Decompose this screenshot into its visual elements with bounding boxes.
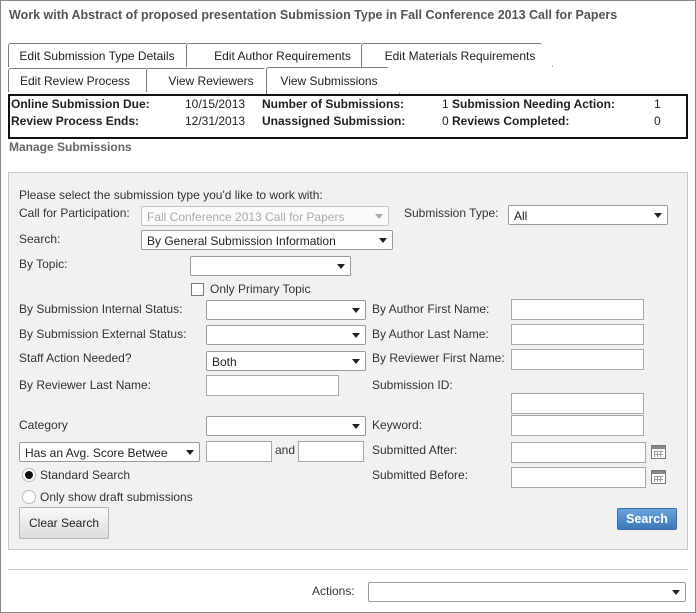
calendar-icon[interactable] [651,445,666,459]
tab-edit-author-requirements[interactable]: Edit Author Requirements [186,43,373,67]
tab-label: Edit Materials Requirements [384,48,536,63]
author-last-label: By Author Last Name: [372,327,489,341]
reviewer-first-input[interactable] [511,349,644,370]
tab-label: View Submissions [280,74,378,88]
submitted-before-label: Submitted Before: [372,468,469,482]
search-label: Search: [19,232,61,246]
call-label: Call for Participation: [19,206,130,220]
external-status-label: By Submission External Status: [19,327,187,341]
tab-edit-materials-requirements[interactable]: Edit Materials Requirements [361,43,553,67]
page-title: Work with Abstract of proposed presentat… [9,8,618,22]
score-min-input[interactable] [206,441,272,462]
chevron-down-icon [672,590,680,595]
needing-action-label: Submission Needing Action: [452,97,615,111]
chevron-down-icon [352,308,360,313]
topic-select[interactable] [190,256,351,276]
submitted-after-input[interactable] [511,442,646,463]
primary-topic-label: Only Primary Topic [210,282,311,296]
chevron-down-icon [352,359,360,364]
reviewer-last-input[interactable] [206,375,339,396]
tab-view-reviewers[interactable]: View Reviewers [146,68,276,92]
submission-summary: Online Submission Due: 10/15/2013 Review… [8,94,688,139]
submission-id-input[interactable] [511,393,644,414]
submission-id-label: Submission ID: [372,378,453,392]
submission-type-value: All [514,209,528,223]
keyword-input[interactable] [511,415,644,436]
num-submissions-label: Number of Submissions: [262,97,405,111]
keyword-label: Keyword: [372,418,423,432]
tab-label: Edit Submission Type Details [19,48,175,63]
tab-label: Edit Author Requirements [214,48,351,63]
instruction-text: Please select the submission type you'd … [19,188,323,202]
tab-view-submissions[interactable]: View Submissions [266,67,400,94]
draft-submissions-label: Only show draft submissions [40,490,193,504]
review-ends-label: Review Process Ends: [11,114,140,128]
chevron-down-icon [337,264,345,269]
draft-submissions-radio[interactable] [22,490,36,504]
score-max-input[interactable] [298,441,364,462]
staff-action-value: Both [212,355,237,369]
tab-edit-review-process[interactable]: Edit Review Process [8,68,158,92]
tab-label: View Reviewers [168,73,254,88]
clear-search-button[interactable]: Clear Search [19,507,109,539]
submission-type-label: Submission Type: [404,206,499,220]
chevron-down-icon [186,450,194,455]
score-range-select[interactable]: Has an Avg. Score Betwee [19,442,200,462]
actions-label: Actions: [312,584,355,598]
call-select-value: Fall Conference 2013 Call for Papers [147,210,345,224]
unassigned-value: 0 [442,114,449,128]
submitted-after-label: Submitted After: [372,443,458,457]
reviews-completed-value: 0 [654,114,661,128]
tab-edit-submission-type-details[interactable]: Edit Submission Type Details [8,43,198,67]
reviews-completed-label: Reviews Completed: [452,114,570,128]
chevron-down-icon [352,424,360,429]
search-button[interactable]: Search [617,508,677,530]
staff-action-label: Staff Action Needed? [19,351,132,365]
call-select[interactable]: Fall Conference 2013 Call for Papers [141,206,389,226]
and-label: and [275,443,296,457]
review-ends-value: 12/31/2013 [185,114,246,128]
author-last-input[interactable] [511,324,644,345]
standard-search-radio[interactable] [22,468,36,482]
topic-label: By Topic: [19,257,68,271]
chevron-down-icon [375,214,383,219]
manage-submissions-heading: Manage Submissions [9,140,132,154]
category-label: Category [19,418,68,432]
tab-label: Edit Review Process [19,73,131,88]
internal-status-select[interactable] [206,300,366,320]
actions-select[interactable] [368,582,686,602]
needing-action-value: 1 [654,97,661,111]
author-first-input[interactable] [511,299,644,320]
submitted-before-input[interactable] [511,467,646,488]
author-first-label: By Author First Name: [372,302,490,316]
category-select[interactable] [206,416,366,436]
search-select[interactable]: By General Submission Information [141,230,393,250]
unassigned-label: Unassigned Submission: [262,114,406,128]
score-range-value: Has an Avg. Score Betwee [25,446,168,460]
divider [8,569,688,570]
standard-search-label: Standard Search [40,468,131,482]
online-due-value: 10/15/2013 [185,97,246,111]
submission-type-select[interactable]: All [508,205,668,225]
staff-action-select[interactable]: Both [206,351,366,371]
chevron-down-icon [352,333,360,338]
search-panel: Please select the submission type you'd … [8,172,688,550]
reviewer-first-label: By Reviewer First Name: [372,351,505,365]
num-submissions-value: 1 [442,97,449,111]
calendar-icon[interactable] [651,470,666,484]
external-status-select[interactable] [206,325,366,345]
online-due-label: Online Submission Due: [11,97,150,111]
internal-status-label: By Submission Internal Status: [19,302,183,316]
primary-topic-checkbox[interactable] [191,283,204,296]
search-select-value: By General Submission Information [147,234,336,248]
chevron-down-icon [379,238,387,243]
chevron-down-icon [654,213,662,218]
reviewer-last-label: By Reviewer Last Name: [19,378,152,392]
